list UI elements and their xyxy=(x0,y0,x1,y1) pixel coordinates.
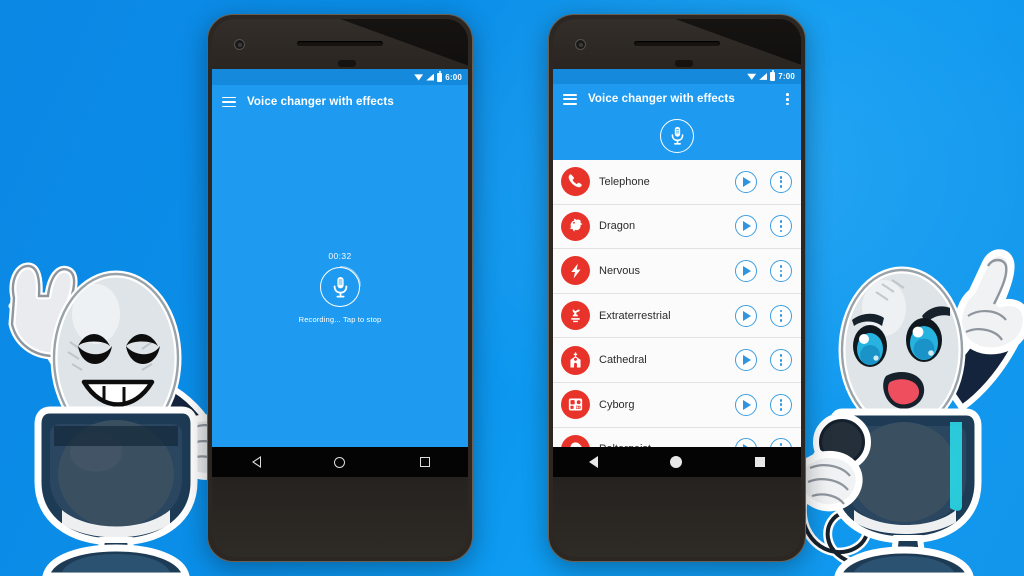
overflow-menu-icon[interactable] xyxy=(784,91,791,107)
effect-name: Extraterrestrial xyxy=(599,309,671,322)
play-icon xyxy=(743,265,751,276)
battery-icon xyxy=(437,70,443,82)
navigation-bar xyxy=(212,447,468,477)
list-item[interactable]: Cyborg xyxy=(553,382,801,428)
list-item[interactable]: Dragon xyxy=(553,204,801,250)
play-button[interactable] xyxy=(735,259,757,282)
page-title: Voice changer with effects xyxy=(588,93,735,106)
microphone-icon xyxy=(671,127,683,146)
status-bar: 6:00 xyxy=(212,69,468,85)
overflow-menu-icon xyxy=(779,175,783,188)
play-icon xyxy=(743,221,751,232)
effect-name: Telephone xyxy=(599,175,650,188)
effect-menu-button[interactable] xyxy=(770,349,792,372)
dragon-icon xyxy=(561,211,590,241)
robot-face-icon xyxy=(561,390,590,420)
signal-icon xyxy=(759,72,768,80)
overflow-menu-icon xyxy=(779,354,783,367)
list-item[interactable]: Telephone xyxy=(553,159,801,205)
play-icon xyxy=(743,176,751,187)
effect-name: Cathedral xyxy=(599,354,647,367)
status-time: 6:00 xyxy=(445,72,462,82)
front-camera-icon xyxy=(234,39,245,50)
hamburger-menu-icon[interactable] xyxy=(222,96,236,108)
effect-menu-button[interactable] xyxy=(770,438,792,448)
phone-device-right: 7:00 Voice changer with effects Telephon… xyxy=(548,14,806,562)
play-button[interactable] xyxy=(735,438,757,448)
list-item[interactable]: Cathedral xyxy=(553,338,801,383)
effect-menu-button[interactable] xyxy=(770,304,792,327)
confident-microphone-mascot xyxy=(794,249,1024,576)
phone-top-bezel xyxy=(553,19,801,69)
recents-icon[interactable] xyxy=(754,457,765,468)
list-item[interactable]: Poltergeist xyxy=(553,427,801,448)
proximity-sensor xyxy=(675,60,693,67)
page-title: Voice changer with effects xyxy=(247,96,394,108)
stop-recording-button[interactable] xyxy=(320,266,360,307)
app-bar: Voice changer with effects xyxy=(553,83,801,115)
navigation-bar xyxy=(553,447,801,478)
earpiece-speaker xyxy=(297,41,383,46)
record-button[interactable] xyxy=(660,118,694,153)
recorder-panel: 00:32 Recording... Tap to stop xyxy=(212,119,468,447)
lightning-bolt-icon xyxy=(561,256,590,286)
play-button[interactable] xyxy=(735,393,757,416)
home-icon[interactable] xyxy=(333,456,345,468)
phone-device-left: 6:00 Voice changer with effects 00:32 Re… xyxy=(207,14,473,562)
effect-name: Dragon xyxy=(599,220,636,233)
effect-name: Cyborg xyxy=(599,398,635,411)
recents-icon[interactable] xyxy=(420,457,431,467)
play-button[interactable] xyxy=(735,215,757,238)
phone-bottom-bezel xyxy=(212,477,468,557)
wifi-icon xyxy=(747,73,757,80)
status-bar: 7:00 xyxy=(553,69,801,84)
play-icon xyxy=(743,310,751,321)
play-button[interactable] xyxy=(735,349,757,372)
play-icon xyxy=(743,355,751,366)
back-icon[interactable] xyxy=(250,456,261,468)
phone-right-screen: 7:00 Voice changer with effects Telephon… xyxy=(553,69,801,478)
overflow-menu-icon xyxy=(779,309,783,322)
front-camera-icon xyxy=(575,39,586,50)
back-icon[interactable] xyxy=(589,456,599,469)
hamburger-menu-icon[interactable] xyxy=(563,93,577,105)
wifi-icon xyxy=(414,74,424,81)
effect-menu-button[interactable] xyxy=(770,259,792,282)
phone-bottom-bezel xyxy=(553,477,801,557)
play-button[interactable] xyxy=(735,170,757,193)
effect-menu-button[interactable] xyxy=(770,170,792,193)
app-bar: Voice changer with effects xyxy=(212,85,468,119)
play-icon xyxy=(743,399,751,410)
phone-left-screen: 6:00 Voice changer with effects 00:32 Re… xyxy=(212,69,468,477)
effect-menu-button[interactable] xyxy=(770,393,792,416)
microphone-icon xyxy=(333,276,347,297)
record-button-header xyxy=(553,114,801,160)
list-item[interactable]: Nervous xyxy=(553,249,801,294)
effect-name: Nervous xyxy=(599,264,640,277)
telephone-icon xyxy=(561,167,590,197)
phone-top-bezel xyxy=(212,19,468,69)
effects-list[interactable]: Telephone Dragon Nervous Extraterrestrial Ca… xyxy=(553,159,801,448)
recording-hint: Recording... Tap to stop xyxy=(298,314,382,324)
alien-icon xyxy=(561,301,590,331)
play-button[interactable] xyxy=(735,304,757,327)
background-sheen xyxy=(0,0,1024,576)
church-icon xyxy=(561,345,590,375)
status-time: 7:00 xyxy=(778,71,795,81)
signal-icon xyxy=(426,73,435,81)
proximity-sensor xyxy=(338,60,356,67)
ghost-icon xyxy=(561,434,590,448)
recording-timer: 00:32 xyxy=(328,250,352,261)
overflow-menu-icon xyxy=(779,220,783,233)
list-item[interactable]: Extraterrestrial xyxy=(553,293,801,339)
battery-icon xyxy=(770,70,776,81)
home-icon[interactable] xyxy=(670,456,683,469)
effect-menu-button[interactable] xyxy=(770,215,792,238)
overflow-menu-icon xyxy=(779,264,783,277)
overflow-menu-icon xyxy=(779,398,783,411)
earpiece-speaker xyxy=(634,41,720,46)
